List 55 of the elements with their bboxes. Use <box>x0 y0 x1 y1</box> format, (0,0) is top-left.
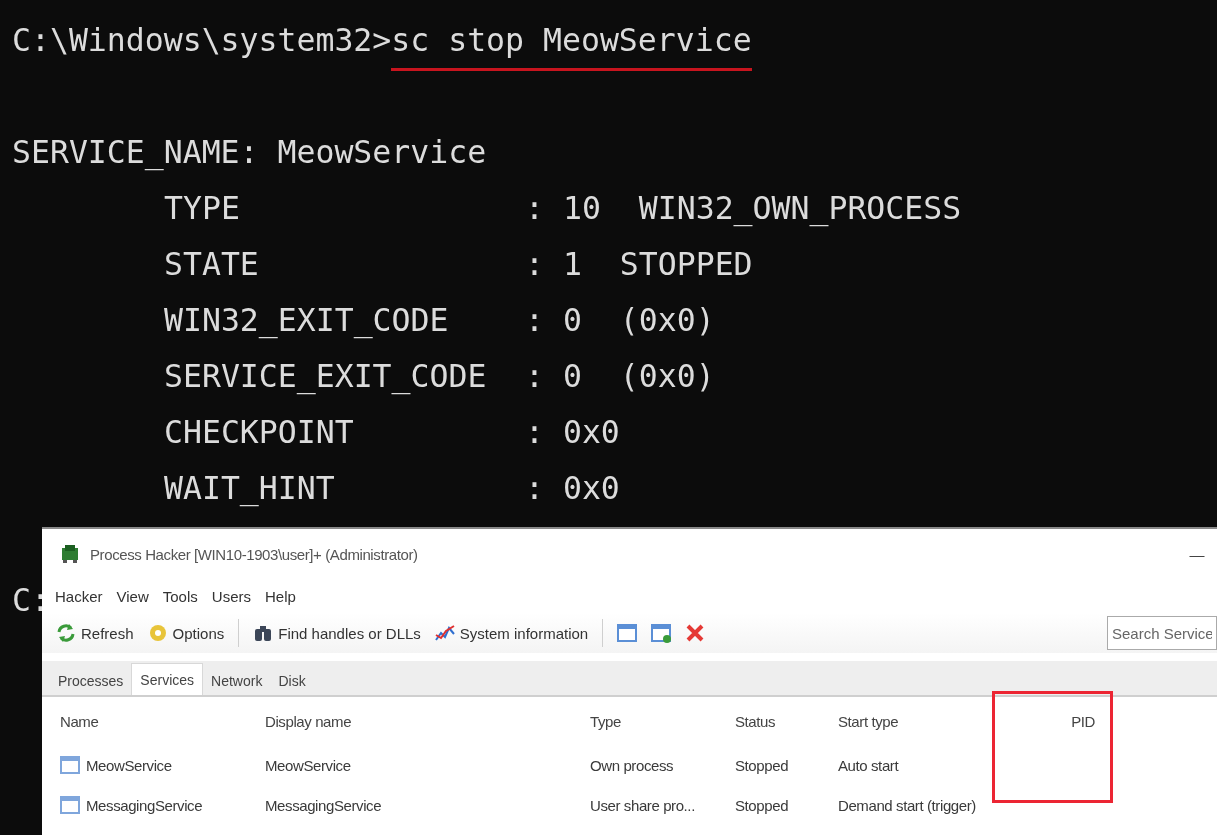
table-cell: MeowService <box>60 755 265 775</box>
field-name: SERVICE_EXIT_CODE <box>164 357 488 397</box>
command-text: sc stop MeowService <box>391 12 752 71</box>
field-name: WIN32_EXIT_CODE <box>164 301 450 341</box>
table-cell-text: Own process <box>590 756 675 774</box>
menu-item[interactable]: Tools <box>162 587 198 605</box>
menu-item[interactable]: Hacker <box>55 587 103 605</box>
toolbar-button[interactable]: Options <box>143 621 229 645</box>
table-cell-text: Demand start (trigger) <box>838 796 977 814</box>
tab[interactable]: Network <box>203 667 271 695</box>
table-cell-text: User share pro... <box>590 796 696 814</box>
window-icon <box>616 622 639 644</box>
column-header[interactable]: Name <box>60 712 265 730</box>
field-value: : 0 (0x0) <box>525 357 715 396</box>
toolbar-button[interactable]: System information <box>430 621 593 645</box>
refresh-icon <box>56 623 76 643</box>
window-title: Process Hacker [WIN10-1903\user]+ (Administrator) <box>90 545 419 563</box>
window-icon <box>60 755 80 775</box>
menu-item[interactable]: Help <box>264 587 296 605</box>
menu-item[interactable]: Users <box>211 587 251 605</box>
binoculars-icon <box>253 623 274 643</box>
toolbar-button[interactable]: Refresh <box>52 621 138 645</box>
tab[interactable]: Processes <box>50 667 132 695</box>
field-name: STATE <box>164 245 260 284</box>
table-cell-text: Stopped <box>735 756 790 774</box>
column-header[interactable]: Type <box>590 712 735 730</box>
toolbar-button[interactable]: Find handles or DLLs <box>249 621 425 645</box>
field-value: : 10 WIN32_OWN_PROCESS <box>525 189 962 229</box>
table-cell-text: MeowService <box>265 756 352 774</box>
field-value: : 1 STOPPED <box>525 245 753 284</box>
field-value: : 0x0 <box>525 413 620 452</box>
tab[interactable]: Disk <box>270 667 314 695</box>
table-cell-text: Stopped <box>735 796 790 814</box>
column-header[interactable]: Display name <box>265 712 590 730</box>
command-prompt: C:\Windows\system32> <box>12 21 392 60</box>
output-line: SERVICE_NAME: MeowService <box>12 133 488 173</box>
field-value: : 0 (0x0) <box>525 301 715 340</box>
tab[interactable]: Services <box>131 663 204 695</box>
window-icon <box>60 795 80 815</box>
gear-icon <box>147 623 168 643</box>
command-prompt: C: <box>12 582 50 618</box>
field-name: CHECKPOINT <box>164 413 355 452</box>
table-cell-text: Auto start <box>838 756 900 774</box>
field-name: TYPE <box>164 189 241 228</box>
column-header[interactable]: PID <box>1005 712 1095 730</box>
field-name: WAIT_HINT <box>164 469 336 509</box>
column-header[interactable]: Status <box>735 712 838 730</box>
table-cell: MessagingService <box>60 795 265 815</box>
minimize-button[interactable]: — <box>1177 545 1217 563</box>
chart-icon <box>434 623 455 643</box>
window-plus-icon <box>650 622 673 644</box>
column-header[interactable]: Start type <box>838 712 1005 730</box>
menu-item[interactable]: View <box>116 587 149 605</box>
field-value: : 0x0 <box>525 469 620 508</box>
table-cell-text: MessagingService <box>265 796 383 814</box>
